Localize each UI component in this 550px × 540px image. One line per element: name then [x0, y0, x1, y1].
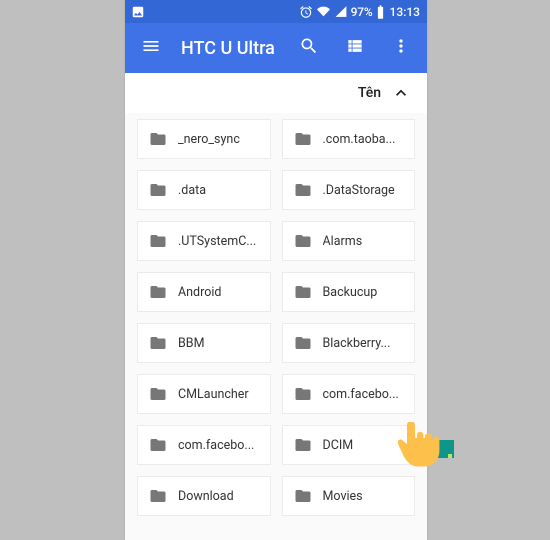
wifi-icon	[316, 5, 331, 18]
menu-button[interactable]	[133, 30, 169, 66]
folder-icon	[293, 283, 313, 301]
folder-card[interactable]: Movies	[282, 476, 416, 516]
folder-card[interactable]: _nero_sync	[137, 119, 271, 159]
folder-name: _nero_sync	[178, 132, 260, 147]
folder-name: Android	[178, 285, 260, 300]
alarm-icon	[299, 5, 313, 19]
folder-name: .UTSystemC...	[178, 234, 260, 249]
battery-percent: 97%	[351, 5, 373, 19]
folder-card[interactable]: com.facebo...	[137, 425, 271, 465]
folder-icon	[293, 385, 313, 403]
folder-card[interactable]: Android	[137, 272, 271, 312]
folder-name: Movies	[323, 489, 405, 504]
folder-name: com.facebo...	[323, 387, 405, 402]
search-icon	[299, 36, 319, 60]
folder-name: .data	[178, 183, 260, 198]
folder-name: CMLauncher	[178, 387, 260, 402]
folder-grid: _nero_sync .com.taoba... .data .DataStorage…	[137, 119, 415, 516]
folder-icon	[148, 334, 168, 352]
folder-icon	[148, 283, 168, 301]
folder-icon	[148, 130, 168, 148]
search-button[interactable]	[291, 30, 327, 66]
folder-card[interactable]: Blackberry...	[282, 323, 416, 363]
folder-icon	[148, 181, 168, 199]
folder-name: Backucup	[323, 285, 405, 300]
folder-card[interactable]: com.facebo...	[282, 374, 416, 414]
folder-icon	[293, 334, 313, 352]
app-title: HTC U Ultra	[179, 38, 281, 59]
folder-card[interactable]: Alarms	[282, 221, 416, 261]
phone-screen: 97% 13:13 HTC U Ultra	[125, 0, 427, 540]
folder-card[interactable]: Backucup	[282, 272, 416, 312]
folder-icon	[293, 181, 313, 199]
status-bar: 97% 13:13	[125, 0, 427, 23]
battery-icon	[376, 5, 385, 19]
folder-icon	[293, 232, 313, 250]
folder-card[interactable]: .UTSystemC...	[137, 221, 271, 261]
folder-icon	[148, 385, 168, 403]
folder-name: com.facebo...	[178, 438, 260, 453]
folder-name: Alarms	[323, 234, 405, 249]
folder-icon	[148, 436, 168, 454]
view-toggle-button[interactable]	[337, 30, 373, 66]
folder-card[interactable]: BBM	[137, 323, 271, 363]
clock-text: 13:13	[390, 5, 420, 19]
hamburger-icon	[141, 36, 161, 60]
folder-icon	[293, 436, 313, 454]
folder-name: DCIM	[323, 438, 405, 453]
image-icon	[131, 5, 145, 19]
folder-card[interactable]: DCIM	[282, 425, 416, 465]
folder-grid-area: _nero_sync .com.taoba... .data .DataStorage…	[125, 113, 427, 540]
folder-card[interactable]: Download	[137, 476, 271, 516]
folder-card[interactable]: .com.taoba...	[282, 119, 416, 159]
folder-card[interactable]: CMLauncher	[137, 374, 271, 414]
folder-name: .DataStorage	[323, 183, 405, 198]
sort-label: Tên	[358, 85, 381, 101]
app-bar: HTC U Ultra	[125, 23, 427, 73]
folder-name: BBM	[178, 336, 260, 351]
folder-name: .com.taoba...	[323, 132, 405, 147]
folder-icon	[148, 487, 168, 505]
chevron-up-icon	[391, 83, 411, 103]
folder-name: Download	[178, 489, 260, 504]
folder-name: Blackberry...	[323, 336, 405, 351]
list-view-icon	[345, 36, 365, 60]
folder-icon	[293, 130, 313, 148]
overflow-button[interactable]	[383, 30, 419, 66]
folder-icon	[293, 487, 313, 505]
signal-icon	[334, 5, 348, 18]
folder-icon	[148, 232, 168, 250]
folder-card[interactable]: .DataStorage	[282, 170, 416, 210]
more-vert-icon	[391, 36, 411, 60]
sort-bar[interactable]: Tên	[125, 73, 427, 113]
folder-card[interactable]: .data	[137, 170, 271, 210]
